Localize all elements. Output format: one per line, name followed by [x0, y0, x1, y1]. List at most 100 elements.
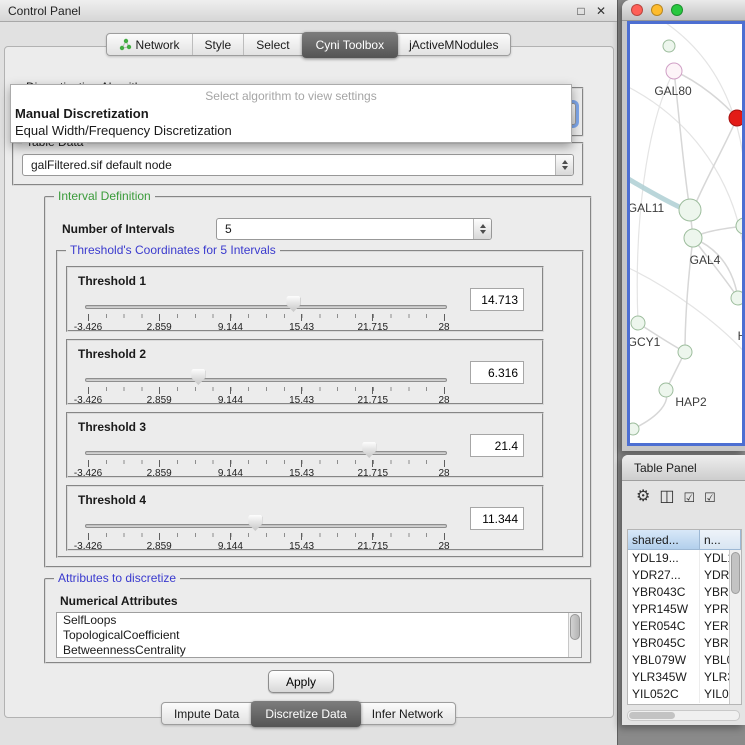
slider-major-tick: [372, 533, 373, 540]
float-window-icon[interactable]: □: [573, 4, 589, 18]
tab-label: Style: [205, 38, 232, 52]
tab-infer-network[interactable]: Infer Network: [360, 703, 455, 724]
threshold-value-input[interactable]: [470, 361, 524, 384]
slider-major-tick: [159, 387, 160, 394]
network-node[interactable]: [663, 40, 675, 52]
slider-tick-label: 2.859: [147, 468, 172, 479]
gear-icon[interactable]: ⚙: [636, 489, 650, 505]
slider-thumb[interactable]: [248, 515, 262, 531]
slider-tick-label: 2.859: [147, 395, 172, 406]
checkbox-icon[interactable]: ☑: [683, 491, 695, 504]
threshold-slider[interactable]: -3.4262.8599.14415.4321.71528: [76, 365, 456, 405]
dropdown-option-equal-width-frequency[interactable]: Equal Width/Frequency Discretization: [11, 122, 571, 139]
slider-track[interactable]: [85, 451, 447, 455]
network-node[interactable]: [630, 423, 639, 435]
slider-major-tick: [88, 314, 89, 321]
network-node[interactable]: [659, 383, 673, 397]
zoom-traffic-light[interactable]: [671, 4, 683, 16]
window-title: Control Panel: [8, 4, 569, 18]
table-cell: YER054C: [628, 618, 700, 635]
table-data-combobox[interactable]: galFiltered.sif default node: [22, 154, 574, 176]
minimize-traffic-light[interactable]: [651, 4, 663, 16]
slider-thumb[interactable]: [286, 296, 300, 312]
columns-icon[interactable]: ◫: [659, 489, 674, 505]
attribute-list-item[interactable]: BetweennessCentrality: [57, 643, 581, 658]
network-canvas[interactable]: GAL80GAL11GAL4GCY1HHAP2: [627, 21, 745, 446]
table-row[interactable]: YER054CYER0...: [628, 618, 741, 635]
attribute-list-item[interactable]: TopologicalCoefficient: [57, 628, 581, 643]
network-node[interactable]: [631, 316, 645, 330]
slider-track[interactable]: [85, 524, 447, 528]
slider-major-tick: [372, 460, 373, 467]
threshold-value-input[interactable]: [470, 507, 524, 530]
group-title: Interval Definition: [54, 189, 155, 203]
table-row[interactable]: YIL052CYIL0...: [628, 686, 741, 703]
table-row[interactable]: YPR145WYPR1...: [628, 601, 741, 618]
tab-label: Network: [136, 38, 180, 52]
close-traffic-light[interactable]: [631, 4, 643, 16]
table-horizontal-scrollbar[interactable]: [627, 710, 740, 721]
table-panel-titlebar[interactable]: Table Panel: [622, 455, 745, 481]
network-edge[interactable]: [693, 238, 738, 298]
tab-style[interactable]: Style: [193, 34, 245, 55]
dropdown-option-manual-discretization[interactable]: Manual Discretization: [11, 105, 571, 122]
scrollbar-thumb[interactable]: [629, 712, 675, 719]
combobox-arrows-icon[interactable]: [555, 155, 573, 175]
close-window-icon[interactable]: ✕: [593, 4, 609, 18]
network-node[interactable]: [729, 110, 742, 126]
tab-select[interactable]: Select: [244, 34, 302, 55]
slider-track[interactable]: [85, 378, 447, 382]
network-node[interactable]: [678, 345, 692, 359]
numerical-attributes-list[interactable]: SelfLoopsTopologicalCoefficientBetweenne…: [56, 612, 582, 658]
network-window-titlebar[interactable]: [622, 0, 745, 21]
table-row[interactable]: YDR27...YDR2...: [628, 567, 741, 584]
slider-major-tick: [372, 314, 373, 321]
number-of-intervals-combobox[interactable]: 5: [216, 218, 492, 240]
combobox-arrows-icon[interactable]: [473, 219, 491, 239]
scrollbar-thumb[interactable]: [570, 614, 580, 640]
apply-button[interactable]: Apply: [268, 670, 334, 693]
table-column-header[interactable]: shared...: [628, 530, 700, 550]
control-panel-titlebar[interactable]: Control Panel □ ✕: [0, 0, 617, 22]
threshold-slider[interactable]: -3.4262.8599.14415.4321.71528: [76, 511, 456, 551]
checkbox-icon[interactable]: ☑: [704, 491, 716, 504]
table-row[interactable]: YLR345WYLR3...: [628, 669, 741, 686]
table-row[interactable]: YBR043CYBR0...: [628, 584, 741, 601]
table-column-header[interactable]: n...: [700, 530, 741, 550]
network-node[interactable]: [731, 291, 742, 305]
top-tab-bar: Network Style Select Cyni Toolbox jActiv…: [0, 33, 617, 56]
network-edge[interactable]: [693, 118, 737, 210]
slider-major-tick: [301, 387, 302, 394]
threshold-slider[interactable]: -3.4262.8599.14415.4321.71528: [76, 292, 456, 332]
threshold-slider[interactable]: -3.4262.8599.14415.4321.71528: [76, 438, 456, 478]
list-vertical-scrollbar[interactable]: [568, 613, 581, 657]
tab-cyni-toolbox[interactable]: Cyni Toolbox: [302, 32, 398, 58]
threshold-value-input[interactable]: [470, 288, 524, 311]
network-node[interactable]: [684, 229, 702, 247]
slider-major-tick: [444, 460, 445, 467]
attribute-list-item[interactable]: SelfLoops: [57, 613, 581, 628]
slider-thumb[interactable]: [191, 369, 205, 385]
slider-major-tick: [372, 387, 373, 394]
table-row[interactable]: YBL079WYBL0...: [628, 652, 741, 669]
table-row[interactable]: YBR045CYBR0...: [628, 635, 741, 652]
network-node[interactable]: [736, 218, 742, 234]
tab-discretize-data[interactable]: Discretize Data: [251, 701, 360, 727]
tab-jactivemnodules[interactable]: jActiveMNodules: [397, 34, 510, 55]
network-edge[interactable]: [660, 24, 742, 226]
slider-minor-ticks: [88, 533, 444, 537]
tab-network[interactable]: Network: [107, 34, 193, 55]
table-vertical-scrollbar[interactable]: [729, 550, 741, 704]
tab-impute-data[interactable]: Impute Data: [162, 703, 252, 724]
table-panel-window: Table Panel ⚙ ◫ ☑ ☑ shared...n... YDL19.…: [622, 455, 745, 725]
slider-thumb[interactable]: [362, 442, 376, 458]
network-node[interactable]: [679, 199, 701, 221]
list-items: SelfLoopsTopologicalCoefficientBetweenne…: [57, 613, 581, 658]
threshold-value-input[interactable]: [470, 434, 524, 457]
network-node[interactable]: [666, 63, 682, 79]
slider-track[interactable]: [85, 305, 447, 309]
tab-label: Discretize Data: [265, 707, 346, 721]
scrollbar-thumb[interactable]: [731, 552, 740, 594]
network-icon: [119, 38, 132, 51]
table-row[interactable]: YDL19...YDL1...: [628, 550, 741, 567]
